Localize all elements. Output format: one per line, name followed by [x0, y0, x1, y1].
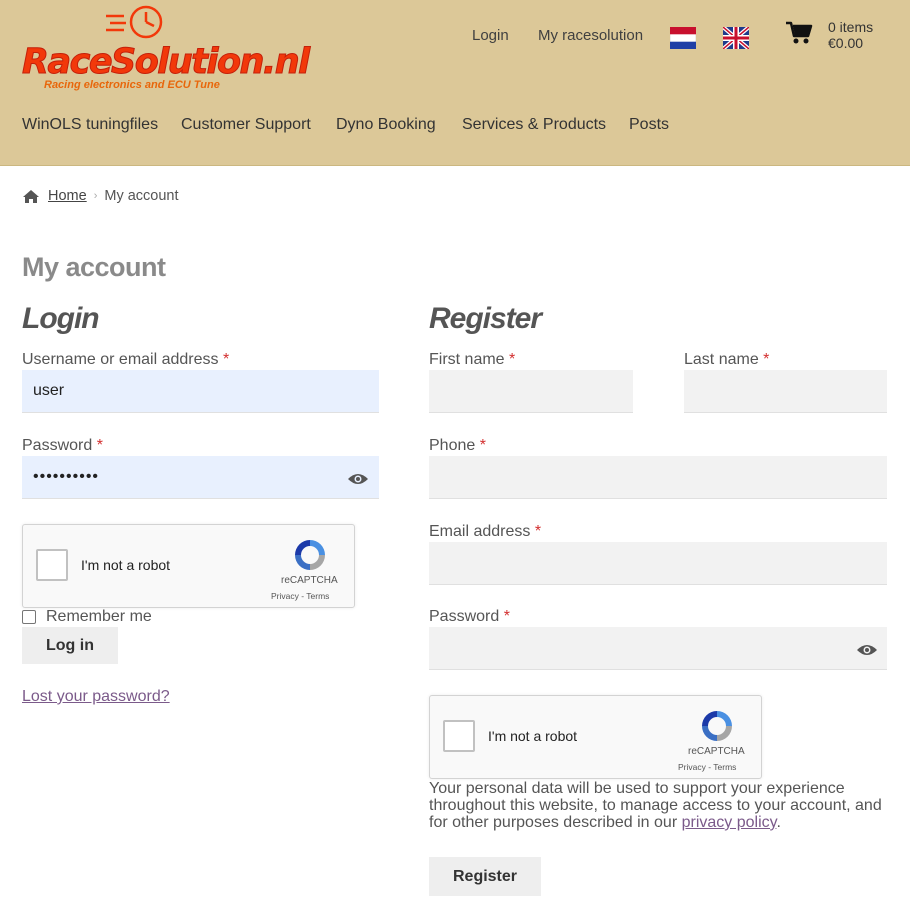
required-marker: *: [509, 351, 516, 368]
phone-input[interactable]: [429, 456, 887, 499]
login-button[interactable]: Log in: [22, 627, 118, 664]
remember-me-checkbox[interactable]: [22, 610, 36, 624]
email-label: Email address *: [429, 523, 541, 541]
login-recaptcha: I'm not a robot reCAPTCHA Privacy - Term…: [22, 524, 355, 608]
last-name-label: Last name *: [684, 351, 769, 369]
privacy-text: Your personal data will be used to suppo…: [429, 780, 882, 831]
recaptcha-checkbox[interactable]: [443, 720, 475, 752]
recaptcha-label: I'm not a robot: [488, 728, 578, 744]
page-title: My account: [22, 252, 166, 282]
nav-winols-tuningfiles[interactable]: WinOLS tuningfiles: [22, 116, 158, 134]
username-input[interactable]: [22, 370, 379, 413]
site-logo[interactable]: RaceSolution.nl Racing electronics and E…: [22, 4, 311, 94]
breadcrumb: Home › My account: [22, 188, 179, 204]
site-header: RaceSolution.nl Racing electronics and E…: [0, 0, 910, 166]
last-name-input[interactable]: [684, 370, 887, 413]
required-marker: *: [763, 351, 770, 368]
first-name-label-text: First name: [429, 351, 505, 368]
recaptcha-logo-icon: [295, 540, 325, 570]
my-racesolution-link[interactable]: My racesolution: [538, 27, 643, 44]
logo-text: RaceSolution.nl: [22, 42, 311, 83]
nav-customer-support[interactable]: Customer Support: [181, 116, 311, 134]
password-input[interactable]: [22, 456, 379, 499]
phone-label: Phone *: [429, 437, 486, 455]
register-password-label-text: Password: [429, 608, 500, 625]
register-button[interactable]: Register: [429, 857, 541, 896]
register-recaptcha: I'm not a robot reCAPTCHA Privacy - Term…: [429, 695, 762, 779]
login-link[interactable]: Login: [472, 27, 509, 44]
nav-posts[interactable]: Posts: [629, 116, 669, 134]
breadcrumb-chevron-icon: ›: [93, 190, 98, 202]
stopwatch-logo-icon: [106, 5, 163, 39]
shopping-cart-icon[interactable]: [785, 20, 813, 46]
privacy-policy-link[interactable]: privacy policy: [682, 814, 777, 831]
first-name-input[interactable]: [429, 370, 633, 413]
logo-tagline: Racing electronics and ECU Tune: [44, 79, 220, 91]
password-label: Password *: [22, 437, 103, 455]
breadcrumb-home-link[interactable]: Home: [48, 188, 87, 204]
register-password-input[interactable]: [429, 627, 887, 670]
register-password-label: Password *: [429, 608, 510, 626]
recaptcha-terms-link[interactable]: Privacy - Terms: [678, 762, 736, 772]
recaptcha-label: I'm not a robot: [81, 557, 171, 573]
email-input[interactable]: [429, 542, 887, 585]
nav-services-products[interactable]: Services & Products: [462, 116, 606, 134]
register-heading: Register: [429, 302, 542, 335]
first-name-label: First name *: [429, 351, 515, 369]
required-marker: *: [222, 351, 230, 368]
recaptcha-checkbox[interactable]: [36, 549, 68, 581]
nav-dyno-booking[interactable]: Dyno Booking: [336, 116, 436, 134]
remember-me[interactable]: Remember me: [22, 608, 152, 626]
home-icon: [23, 189, 39, 203]
password-label-text: Password: [22, 437, 93, 454]
netherlands-flag-icon[interactable]: [670, 27, 696, 49]
login-heading: Login: [22, 302, 100, 335]
show-password-eye-icon[interactable]: [347, 472, 369, 486]
required-marker: *: [479, 437, 486, 454]
username-label: Username or email address *: [22, 351, 229, 369]
last-name-label-text: Last name: [684, 351, 759, 368]
required-marker: *: [534, 523, 542, 540]
breadcrumb-current: My account: [104, 188, 179, 204]
required-marker: *: [96, 437, 103, 454]
uk-flag-icon[interactable]: [723, 27, 749, 49]
recaptcha-brand: reCAPTCHA: [688, 746, 745, 757]
cart-item-count[interactable]: 0 items: [828, 19, 873, 35]
privacy-notice: Your personal data will be used to suppo…: [429, 780, 889, 831]
remember-me-label: Remember me: [46, 608, 152, 625]
show-password-eye-icon[interactable]: [856, 643, 878, 657]
recaptcha-terms-link[interactable]: Privacy - Terms: [271, 591, 329, 601]
recaptcha-brand: reCAPTCHA: [281, 575, 338, 586]
cart-total[interactable]: €0.00: [828, 35, 863, 51]
phone-label-text: Phone: [429, 437, 476, 454]
recaptcha-logo-icon: [702, 711, 732, 741]
required-marker: *: [503, 608, 510, 625]
email-label-text: Email address: [429, 523, 531, 540]
username-label-text: Username or email address: [22, 351, 219, 368]
privacy-end: .: [776, 814, 781, 831]
lost-password-link[interactable]: Lost your password?: [22, 688, 170, 706]
